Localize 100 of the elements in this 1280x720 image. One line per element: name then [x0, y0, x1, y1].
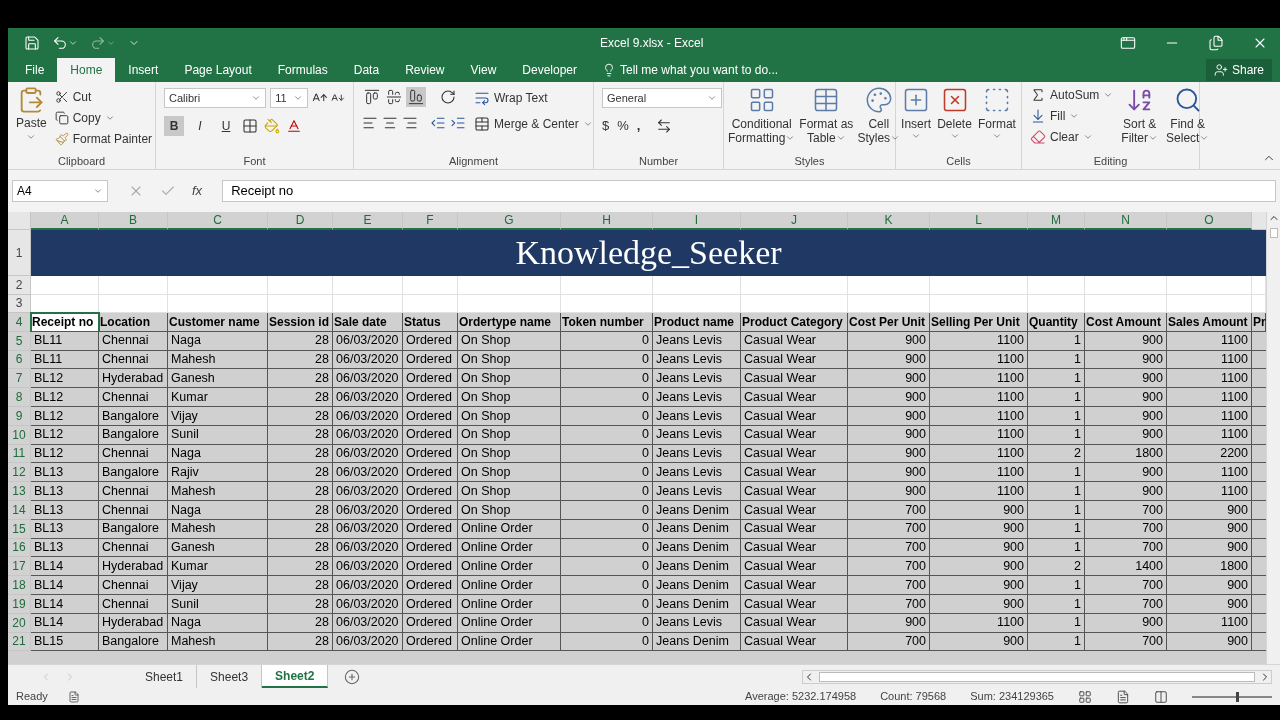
- ribbon-display-icon[interactable]: [1120, 35, 1136, 51]
- row-header[interactable]: 7: [8, 369, 31, 389]
- row-header[interactable]: 4: [8, 313, 31, 332]
- column-header[interactable]: D: [268, 212, 333, 230]
- scroll-thumb[interactable]: [819, 671, 1255, 682]
- paste-button[interactable]: Paste: [16, 86, 47, 153]
- sheet-tab[interactable]: Sheet2: [262, 665, 329, 688]
- vertical-align-button[interactable]: [406, 87, 426, 107]
- table-cell: 1100: [930, 613, 1028, 633]
- zoom-slider-thumb[interactable]: [1236, 691, 1239, 702]
- table-cell: 900: [1085, 613, 1167, 633]
- find-select-button[interactable]: Find & Select: [1166, 86, 1210, 153]
- add-sheet-icon[interactable]: [344, 668, 361, 685]
- font-color-icon[interactable]: [286, 118, 302, 134]
- column-header[interactable]: B: [99, 212, 168, 230]
- sort-filter-button[interactable]: Sort & Filter: [1121, 86, 1159, 153]
- cut-button[interactable]: Cut: [54, 88, 153, 106]
- table-cell: 28: [268, 500, 333, 520]
- align-right-icon[interactable]: [402, 115, 418, 131]
- fill-color-icon[interactable]: [264, 118, 280, 134]
- wrap-text-button[interactable]: Wrap Text: [474, 89, 593, 107]
- format-painter-button[interactable]: Format Painter: [54, 130, 153, 148]
- percent-button[interactable]: %: [617, 116, 629, 136]
- tell-me-field[interactable]: Tell me what you want to do...: [620, 61, 779, 79]
- column-header[interactable]: C: [168, 212, 268, 230]
- ribbon-tab[interactable]: Review: [392, 58, 458, 82]
- horizontal-scrollbar[interactable]: [802, 669, 1272, 684]
- insert-function-button[interactable]: fx: [192, 181, 203, 201]
- save-button[interactable]: [24, 35, 40, 51]
- copy-button[interactable]: Copy: [54, 109, 153, 127]
- row-header[interactable]: 8: [8, 388, 31, 407]
- vertical-scrollbar[interactable]: [1266, 212, 1280, 664]
- column-header[interactable]: J: [741, 212, 848, 230]
- vertical-align-button[interactable]: [384, 87, 404, 107]
- page-layout-icon[interactable]: [1116, 689, 1130, 704]
- column-header[interactable]: I: [653, 212, 741, 230]
- share-button[interactable]: Share: [1205, 59, 1272, 81]
- font-style-button[interactable]: B: [164, 116, 184, 136]
- cells-button[interactable]: Format: [977, 86, 1016, 153]
- ribbon-tab[interactable]: View: [457, 58, 510, 82]
- styles-button[interactable]: Cell Styles: [857, 86, 901, 153]
- column-header[interactable]: A: [31, 212, 99, 230]
- column-header[interactable]: N: [1085, 212, 1167, 230]
- ribbon-tab[interactable]: File: [12, 58, 58, 82]
- zoom-slider[interactable]: [1192, 691, 1272, 702]
- comma-button[interactable]: ,: [636, 116, 641, 136]
- column-header[interactable]: L: [930, 212, 1028, 230]
- ribbon-tab[interactable]: Data: [340, 58, 393, 82]
- indent-increase-icon[interactable]: [450, 115, 466, 131]
- ribbon-tab[interactable]: Page Layout: [171, 58, 265, 82]
- font-size-dropdown[interactable]: 11: [270, 88, 308, 108]
- vertical-align-button[interactable]: [362, 87, 382, 107]
- borders-icon[interactable]: [242, 118, 258, 134]
- align-center-icon[interactable]: [382, 115, 398, 131]
- orientation-icon[interactable]: [440, 89, 456, 105]
- ribbon-tab[interactable]: Formulas: [264, 58, 341, 82]
- align-left-icon[interactable]: [362, 115, 378, 131]
- ribbon-tab[interactable]: Home: [57, 58, 116, 82]
- ribbon-tab[interactable]: Developer: [509, 58, 590, 82]
- macro-record-icon[interactable]: [67, 690, 80, 703]
- font-style-button[interactable]: I: [190, 116, 210, 136]
- undo-button[interactable]: [52, 35, 78, 51]
- currency-button[interactable]: $: [602, 116, 610, 136]
- group-label: Number: [637, 153, 680, 169]
- clear-button[interactable]: Clear: [1030, 128, 1114, 146]
- row-header[interactable]: 2: [8, 276, 31, 295]
- formula-field[interactable]: Receipt no: [222, 180, 1276, 202]
- cells-button[interactable]: Delete: [937, 86, 972, 153]
- column-header[interactable]: K: [848, 212, 930, 230]
- merge-center-button[interactable]: Merge & Center: [474, 115, 593, 133]
- column-header[interactable]: H: [561, 212, 653, 230]
- column-header[interactable]: G: [458, 212, 561, 230]
- normal-view-icon[interactable]: [1078, 689, 1092, 704]
- column-header[interactable]: M: [1028, 212, 1085, 230]
- indent-decrease-icon[interactable]: [430, 115, 446, 131]
- styles-button[interactable]: Format as Table: [799, 86, 854, 153]
- decimal-icon[interactable]: [656, 117, 673, 134]
- table-cell: Casual Wear: [741, 425, 848, 445]
- restore-icon[interactable]: [1208, 35, 1224, 51]
- scroll-thumb[interactable]: [1269, 228, 1278, 238]
- row-header[interactable]: 12: [8, 463, 31, 483]
- table-cell: 900: [1085, 331, 1167, 351]
- column-header[interactable]: O: [1167, 212, 1252, 230]
- row-header[interactable]: 17: [8, 557, 31, 577]
- ribbon-tab[interactable]: Insert: [115, 58, 172, 82]
- row-header[interactable]: 18: [8, 576, 31, 595]
- table-cell: 28: [268, 519, 333, 539]
- row-header[interactable]: 1: [8, 230, 31, 276]
- column-header[interactable]: F: [403, 212, 458, 230]
- font-name-dropdown[interactable]: Calibri: [164, 88, 267, 108]
- autosum-button[interactable]: AutoSum: [1030, 86, 1114, 104]
- name-box[interactable]: A4: [12, 180, 108, 202]
- font-style-button[interactable]: U: [216, 116, 236, 136]
- cells-button[interactable]: Insert: [901, 86, 932, 153]
- styles-button[interactable]: Conditional Formatting: [728, 86, 796, 153]
- page-break-icon[interactable]: [1154, 689, 1168, 704]
- number-format-dropdown[interactable]: General: [602, 88, 722, 108]
- row-header[interactable]: 13: [8, 482, 31, 501]
- fill-button[interactable]: Fill: [1030, 107, 1114, 125]
- column-header[interactable]: E: [333, 212, 403, 230]
